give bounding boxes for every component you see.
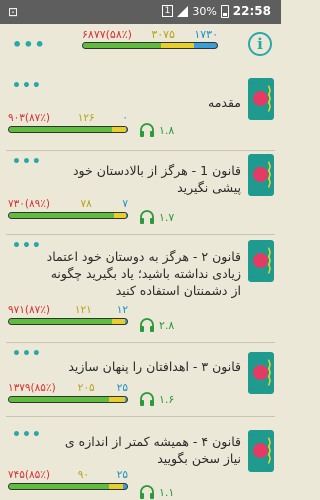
yellow-count: ۱۲۶ — [77, 112, 95, 124]
megaphone-icon: ⟩ ⟩ ⟩ — [248, 240, 274, 282]
headphones-icon[interactable] — [139, 123, 155, 137]
clock: 22:58 — [232, 4, 271, 18]
megaphone-icon: ⟩ ⟩ ⟩ — [248, 352, 274, 394]
blue-count: ۷ — [122, 198, 128, 210]
yellow-count: ۷۸ — [80, 198, 92, 210]
lesson-title: مقدمه — [208, 95, 241, 110]
progress-yellow-fill — [160, 43, 195, 48]
lesson-number: ۱.۱ — [159, 486, 175, 499]
lesson-progress: ۱۳۷۹(۸۵٪) ۲۰۵ ۲۵ — [8, 382, 128, 403]
signal-icon — [177, 5, 189, 17]
lesson-number: ۱.۶ — [159, 393, 175, 406]
divider — [6, 150, 275, 151]
total-known-count: ۶۸۷۷(۵۸٪) — [82, 28, 132, 41]
battery-percent: 30% — [192, 4, 217, 18]
lesson-progress-bar — [8, 396, 128, 403]
known-count: ۹۷۱(۸۷٪) — [8, 304, 51, 316]
headphones-icon[interactable] — [139, 392, 155, 406]
lesson-title: قانون 1 - هرگز از بالادستان خود پیشی نگی… — [72, 163, 241, 195]
divider — [6, 416, 275, 417]
more-dots-icon[interactable]: ••• — [12, 346, 42, 362]
headphones-icon[interactable] — [139, 485, 155, 499]
lesson-title: قانون ۲ - هرگز به دوستان خود اعتماد زیاد… — [46, 249, 241, 298]
more-dots-icon[interactable]: ••• — [12, 35, 46, 54]
total-yellow-count: ۳۰۷۵ — [151, 28, 175, 41]
blue-count: ۲۵ — [116, 469, 128, 481]
known-count: ۷۴۵(۸۵٪) — [8, 469, 51, 481]
info-icon[interactable]: i — [248, 32, 272, 56]
yellow-count: ۹۰ — [77, 469, 90, 481]
more-dots-icon[interactable]: ••• — [12, 78, 42, 94]
app-notification-icon: ⊡ — [8, 5, 19, 19]
divider — [6, 234, 275, 235]
known-count: ۹۰۳(۸۷٪) — [8, 112, 51, 124]
divider — [6, 342, 275, 343]
app-header: ••• ۶۸۷۷(۵۸٪) ۳۰۷۵ ۱۷۳۰ i — [0, 24, 281, 68]
status-bar: ⊡ 1 30% 22:58 — [0, 0, 281, 24]
megaphone-icon: ⟩ ⟩ ⟩ — [248, 78, 274, 120]
lesson-title: قانون ۳ - اهدافتان را پنهان سازید — [68, 359, 241, 374]
battery-icon — [220, 4, 229, 18]
total-progress: ۶۸۷۷(۵۸٪) ۳۰۷۵ ۱۷۳۰ — [82, 28, 218, 49]
lesson-progress-bar — [8, 212, 128, 219]
lesson-progress: ۹۰۳(۸۷٪) ۱۲۶ ۰ — [8, 112, 128, 133]
lesson-progress-bar — [8, 483, 128, 490]
total-progress-bar — [82, 42, 218, 49]
status-icons: 1 30% 22:58 — [161, 4, 271, 18]
lesson-number: ۲.۸ — [159, 319, 175, 332]
more-dots-icon[interactable]: ••• — [12, 427, 42, 443]
blue-count: ۱۲ — [116, 304, 128, 316]
headphones-icon[interactable] — [139, 210, 155, 224]
more-dots-icon[interactable]: ••• — [12, 154, 42, 170]
lesson-progress-bar — [8, 318, 128, 325]
more-dots-icon[interactable]: ••• — [12, 238, 42, 254]
sim-indicator: 1 — [161, 5, 174, 17]
known-count: ۱۳۷۹(۸۵٪) — [8, 382, 56, 394]
lesson-title: قانون ۴ - همیشه کمتر از اندازه ی نیاز سخ… — [64, 434, 241, 466]
lesson-progress: ۷۳۰(۸۹٪) ۷۸ ۷ — [8, 198, 128, 219]
yellow-count: ۱۲۱ — [74, 304, 92, 316]
lesson-number: ۱.۷ — [159, 211, 175, 224]
lesson-progress: ۹۷۱(۸۷٪) ۱۲۱ ۱۲ — [8, 304, 128, 325]
lesson-progress-bar — [8, 126, 128, 133]
megaphone-icon: ⟩ ⟩ ⟩ — [248, 154, 274, 196]
known-count: ۷۳۰(۸۹٪) — [8, 198, 51, 210]
lesson-progress: ۷۴۵(۸۵٪) ۹۰ ۲۵ — [8, 469, 128, 490]
yellow-count: ۲۰۵ — [77, 382, 95, 394]
blue-count: ۲۵ — [116, 382, 128, 394]
lesson-number: ۱.۸ — [159, 124, 175, 137]
progress-green-fill — [83, 43, 161, 48]
blue-count: ۰ — [122, 112, 128, 124]
megaphone-icon: ⟩ ⟩ ⟩ — [248, 430, 274, 472]
total-blue-count: ۱۷۳۰ — [194, 28, 218, 41]
headphones-icon[interactable] — [139, 318, 155, 332]
